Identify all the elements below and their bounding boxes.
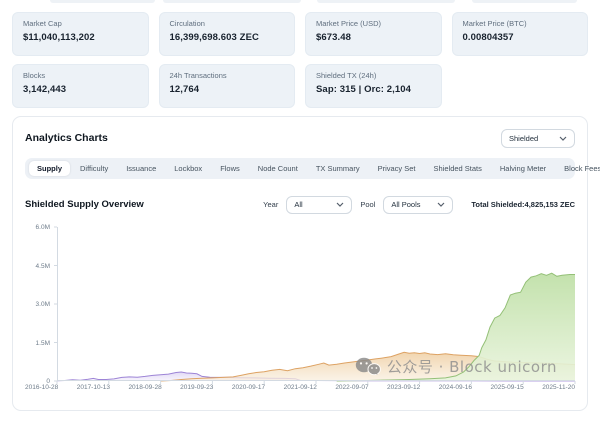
cropped-card-edge <box>163 0 301 3</box>
stat-card-24h-transactions: 24h Transactions 12,764 <box>159 64 296 108</box>
tab-node-count[interactable]: Node Count <box>250 161 306 176</box>
stat-value: $673.48 <box>316 32 431 43</box>
analytics-charts-panel: Analytics Charts Shielded Supply Difficu… <box>12 116 588 411</box>
pool-select-value: All Pools <box>391 200 420 209</box>
stat-label: Market Price (BTC) <box>463 19 578 28</box>
panel-title: Analytics Charts <box>25 132 108 144</box>
total-shielded-value: Total Shielded:4,825,153 ZEC <box>471 200 575 209</box>
x-tick-label: 2019-09-23 <box>180 384 213 391</box>
chart-mode-select-value: Shielded <box>509 134 538 143</box>
tab-halving-meter[interactable]: Halving Meter <box>492 161 554 176</box>
stat-label: Circulation <box>170 19 285 28</box>
pool-select[interactable]: All Pools <box>383 196 453 214</box>
tab-lockbox[interactable]: Lockbox <box>166 161 210 176</box>
year-select-value: All <box>294 200 302 209</box>
x-tick-label: 2025-11-20 <box>542 384 575 391</box>
stat-label: Market Cap <box>23 19 138 28</box>
x-tick-label: 2016-10-28 <box>25 384 58 391</box>
stat-card-shielded-tx: Shielded TX (24h) Sap: 315 | Orc: 2,104 <box>305 64 442 108</box>
tab-shielded-stats[interactable]: Shielded Stats <box>426 161 490 176</box>
stat-label: 24h Transactions <box>170 71 285 80</box>
year-select[interactable]: All <box>286 196 352 214</box>
stat-value: 12,764 <box>170 84 285 95</box>
pool-label: Pool <box>360 200 375 209</box>
stat-value: 3,142,443 <box>23 84 138 95</box>
stats-grid: Market Cap $11,040,113,202 Circulation 1… <box>0 0 600 108</box>
tab-tx-summary[interactable]: TX Summary <box>308 161 368 176</box>
stat-card-circulation: Circulation 16,399,698.603 ZEC <box>159 12 296 56</box>
tab-block-fees[interactable]: Block Fees <box>556 161 600 176</box>
tab-issuance[interactable]: Issuance <box>118 161 164 176</box>
x-tick-label: 2023-09-12 <box>387 384 420 391</box>
tab-privacy-set[interactable]: Privacy Set <box>370 161 424 176</box>
panel-header: Analytics Charts Shielded <box>25 129 575 147</box>
x-tick-label: 2024-09-16 <box>439 384 472 391</box>
x-tick-label: 2022-09-07 <box>335 384 368 391</box>
stat-card-market-price-usd: Market Price (USD) $673.48 <box>305 12 442 56</box>
wechat-icon <box>355 357 381 377</box>
stat-value: 0.00804357 <box>463 32 578 43</box>
chart-tabbar: Supply Difficulty Issuance Lockbox Flows… <box>25 158 575 179</box>
chevron-down-icon <box>437 202 445 207</box>
tab-supply[interactable]: Supply <box>29 161 70 176</box>
year-label: Year <box>263 200 278 209</box>
chevron-down-icon <box>336 202 344 207</box>
chart-header: Shielded Supply Overview Year All Pool A… <box>25 196 575 213</box>
x-tick-label: 2020-09-17 <box>232 384 265 391</box>
cropped-card-edge <box>317 0 455 3</box>
x-tick-label: 2018-09-28 <box>128 384 161 391</box>
cropped-card-edge <box>472 0 577 3</box>
chart-area: 6.0M4.5M3.0M1.5M0 2016-10-282017-10-1320… <box>25 227 575 395</box>
stat-label: Blocks <box>23 71 138 80</box>
stat-label: Market Price (USD) <box>316 19 431 28</box>
tab-flows[interactable]: Flows <box>212 161 248 176</box>
x-tick-label: 2025-09-15 <box>490 384 523 391</box>
stat-value: Sap: 315 | Orc: 2,104 <box>316 84 431 95</box>
stat-value: 16,399,698.603 ZEC <box>170 32 285 43</box>
x-tick-label: 2017-10-13 <box>77 384 110 391</box>
stat-value: $11,040,113,202 <box>23 32 138 43</box>
y-tick-label: 4.5M <box>36 263 50 270</box>
y-tick-label: 6.0M <box>36 224 50 231</box>
y-tick-label: 3.0M <box>36 301 50 308</box>
cropped-card-edge <box>50 0 155 3</box>
y-axis: 6.0M4.5M3.0M1.5M0 <box>25 227 57 381</box>
y-tick-label: 1.5M <box>36 340 50 347</box>
watermark: 公众号 · Block unicorn <box>355 356 557 377</box>
chevron-down-icon <box>559 136 567 141</box>
stat-label: Shielded TX (24h) <box>316 71 431 80</box>
chart-mode-select[interactable]: Shielded <box>501 129 575 148</box>
stat-card-market-cap: Market Cap $11,040,113,202 <box>12 12 149 56</box>
tab-difficulty[interactable]: Difficulty <box>72 161 116 176</box>
x-tick-label: 2021-09-12 <box>284 384 317 391</box>
chart-title: Shielded Supply Overview <box>25 199 144 210</box>
watermark-text: 公众号 · Block unicorn <box>387 356 557 377</box>
stat-card-market-price-btc: Market Price (BTC) 0.00804357 <box>452 12 589 56</box>
x-axis: 2016-10-28 2017-10-13 2018-09-28 2019-09-23… <box>25 384 575 391</box>
stat-card-blocks: Blocks 3,142,443 <box>12 64 149 108</box>
